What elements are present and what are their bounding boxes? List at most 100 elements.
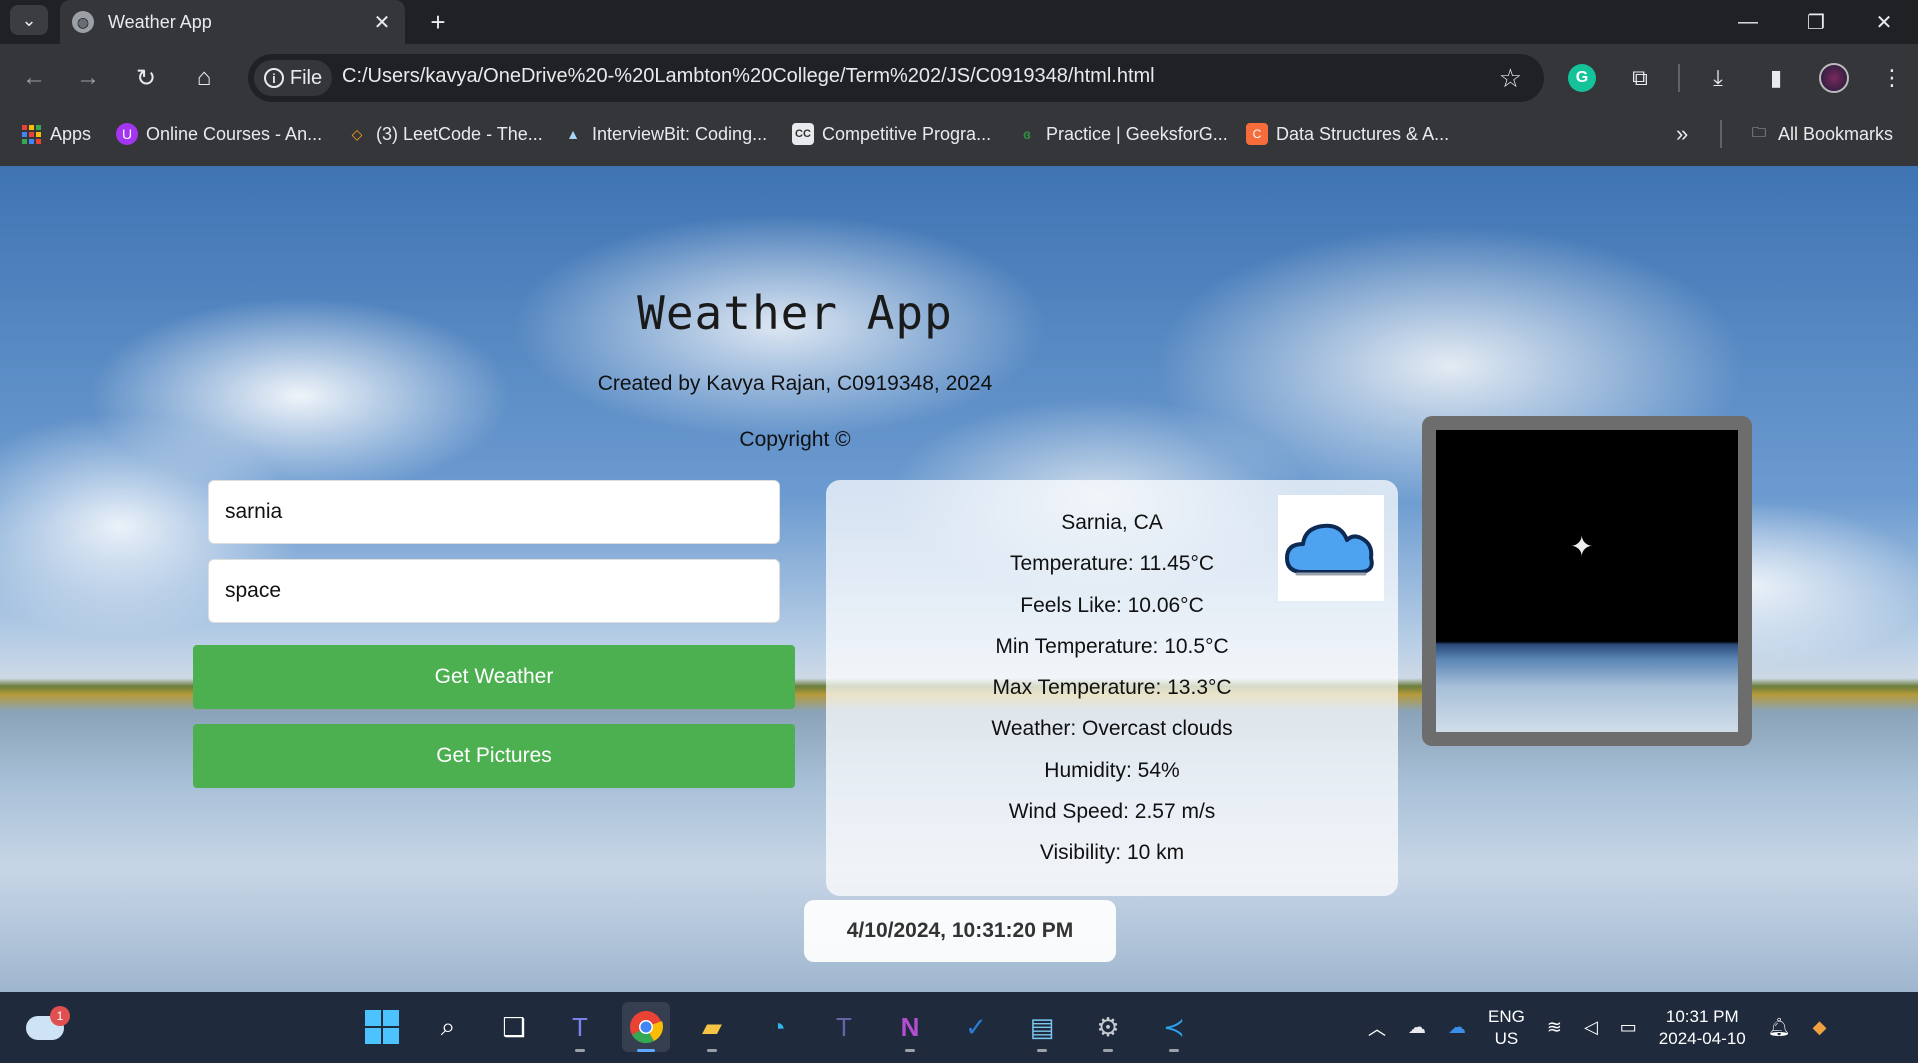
page-title: Weather App [637,286,953,340]
all-bookmarks-label: All Bookmarks [1778,123,1894,144]
weather-max-temp: Max Temperature: 13.3°C [992,676,1232,700]
url-scheme-label: File [289,66,323,89]
clock-date: 2024-04-10 [1658,1028,1746,1048]
address-bar[interactable]: i File C:/Users/kavya/OneDrive%20-%20Lam… [248,54,1544,102]
chevron-up-icon[interactable]: ︿ [1368,1015,1386,1041]
bookmark-geeksforgeeks[interactable]: ɞ Practice | GeeksforG... [1016,112,1228,156]
settings-gear-icon[interactable]: ⚙ [1084,1002,1132,1052]
bookmark-label: InterviewBit: Coding... [592,123,768,144]
bookmark-codingninjas[interactable]: C Data Structures & A... [1246,112,1449,156]
restore-button[interactable]: ❐ [1782,0,1850,44]
whiteboard-icon[interactable]: ✓ [952,1002,1000,1052]
windows-icon [365,1010,399,1044]
search-icon[interactable]: ⌕ [424,1002,472,1052]
bookmark-label: Data Structures & A... [1276,123,1450,144]
folder-icon: 🗀 [1752,124,1766,140]
clock-time: 10:31 PM [1665,1006,1739,1026]
taskbar-apps: ⌕ ❑ T ▰ ◔ T N ✓ ▤ ⚙ ≺ [358,1002,1198,1052]
running-indicator [1169,1049,1179,1052]
page-background: Weather App Created by Kavya Rajan, C091… [0,166,1918,992]
wifi-icon[interactable]: ≋ [1547,1017,1562,1038]
teams-new-icon[interactable]: T [820,1002,868,1052]
onedrive-business-icon[interactable]: ☁ [1448,1017,1466,1038]
close-tab-icon[interactable]: ✕ [367,10,397,35]
extensions-puzzle-icon[interactable]: ⧉ [1620,58,1660,98]
vscode-icon[interactable]: ≺ [1150,1002,1198,1052]
city-input[interactable] [208,480,780,544]
reload-button[interactable]: ↻ [128,60,164,96]
new-tab-button[interactable]: + [420,0,456,44]
bookmark-label: Practice | GeeksforG... [1046,123,1228,144]
reload-icon: ↻ [135,64,157,92]
start-button[interactable] [358,1002,406,1052]
datetime-display: 4/10/2024, 10:31:20 PM [804,900,1116,962]
bookmark-codechef[interactable]: CC Competitive Progra... [792,112,991,156]
volume-icon[interactable]: ◁ [1584,1017,1598,1038]
arrow-left-icon: ← [22,64,46,91]
downloads-icon[interactable]: ⤓ [1698,58,1738,98]
file-explorer-icon[interactable]: ▰ [688,1002,736,1052]
bookmark-apps[interactable]: Apps [20,112,91,156]
onenote-icon[interactable]: N [886,1002,934,1052]
onedrive-personal-icon[interactable]: ☁ [1408,1017,1426,1038]
battery-icon[interactable]: ▭ [1620,1017,1637,1038]
side-panel-icon[interactable]: ▮ [1756,58,1796,98]
task-view-icon[interactable]: ❑ [490,1002,538,1052]
more-bookmarks-chevron-icon[interactable]: » [1676,112,1688,156]
language-code: ENG [1488,1006,1525,1026]
teams-icon[interactable]: T [556,1002,604,1052]
cloud-icon [1278,495,1384,601]
browser-tab-bar: ⌄ ◍ Weather App ✕ + — ❐ ✕ [0,0,1918,44]
weather-condition: Weather: Overcast clouds [991,717,1233,741]
chevron-down-icon: ⌄ [21,9,37,30]
running-indicator [575,1049,585,1052]
browser-tab[interactable]: ◍ Weather App ✕ [60,0,405,44]
site-info-button[interactable]: i File [254,60,332,96]
weather-widget[interactable]: 1 [26,1006,70,1048]
picture-frame: ✦ [1422,416,1752,746]
profile-avatar[interactable] [1814,58,1854,98]
minimize-button[interactable]: — [1714,0,1782,44]
grammarly-extension[interactable]: G [1562,58,1602,98]
forward-button[interactable]: → [70,60,106,96]
edge-icon[interactable]: ◔ [754,1002,802,1052]
chrome-icon[interactable] [622,1002,670,1052]
bookmark-leetcode[interactable]: ◇ (3) LeetCode - The... [346,112,543,156]
bookmarks-bar: Apps U Online Courses - An... ◇ (3) Leet… [0,112,1918,166]
arrow-right-icon: → [76,64,100,91]
close-window-button[interactable]: ✕ [1850,0,1918,44]
clock[interactable]: 10:31 PM 2024-04-10 [1659,1006,1746,1050]
weather-visibility: Visibility: 10 km [1039,841,1185,865]
weather-humidity: Humidity: 54% [1044,758,1180,782]
notifications-bell-icon[interactable]: 🔔︎ [1768,1017,1791,1038]
language-indicator[interactable]: ENG US [1488,1006,1525,1050]
get-pictures-button[interactable]: Get Pictures [193,724,795,788]
udemy-icon: U [116,123,138,145]
info-icon: i [263,68,284,88]
image-query-input[interactable] [208,559,780,623]
credit-text: Created by Kavya Rajan, C0919348, 2024 [597,372,993,395]
menu-kebab-icon[interactable]: ⋮ [1872,58,1912,98]
bookmark-interviewbit[interactable]: ▲ InterviewBit: Coding... [562,112,767,156]
bookmark-udemy[interactable]: U Online Courses - An... [116,112,322,156]
bookmark-star-icon[interactable]: ☆ [1499,63,1522,94]
running-indicator [637,1049,655,1052]
apps-grid-icon [20,123,42,145]
region-code: US [1494,1028,1519,1048]
running-indicator [905,1049,915,1052]
back-button[interactable]: ← [16,60,52,96]
all-bookmarks-button[interactable]: 🗀 All Bookmarks [1748,112,1893,156]
tab-search-button[interactable]: ⌄ [10,5,48,35]
notepad-icon[interactable]: ▤ [1018,1002,1066,1052]
system-tray: ︿ ☁ ☁ ENG US ≋ ◁ ▭ 10:31 PM 2024-04-10 🔔… [1368,992,1826,1063]
extensions-area: G ⧉ ⤓ ▮ ⋮ [1562,58,1912,98]
copilot-icon[interactable]: ◆ [1813,1017,1827,1038]
bookmark-label: Competitive Progra... [822,123,992,144]
home-button[interactable]: ⌂ [186,60,222,96]
window-controls: — ❐ ✕ [1714,0,1918,44]
get-weather-button[interactable]: Get Weather [193,645,795,709]
running-indicator [1103,1049,1113,1052]
url-text[interactable]: C:/Users/kavya/OneDrive%20-%20Lambton%20… [342,65,1155,88]
grammarly-icon: G [1568,64,1596,92]
tab-title: Weather App [108,11,212,32]
